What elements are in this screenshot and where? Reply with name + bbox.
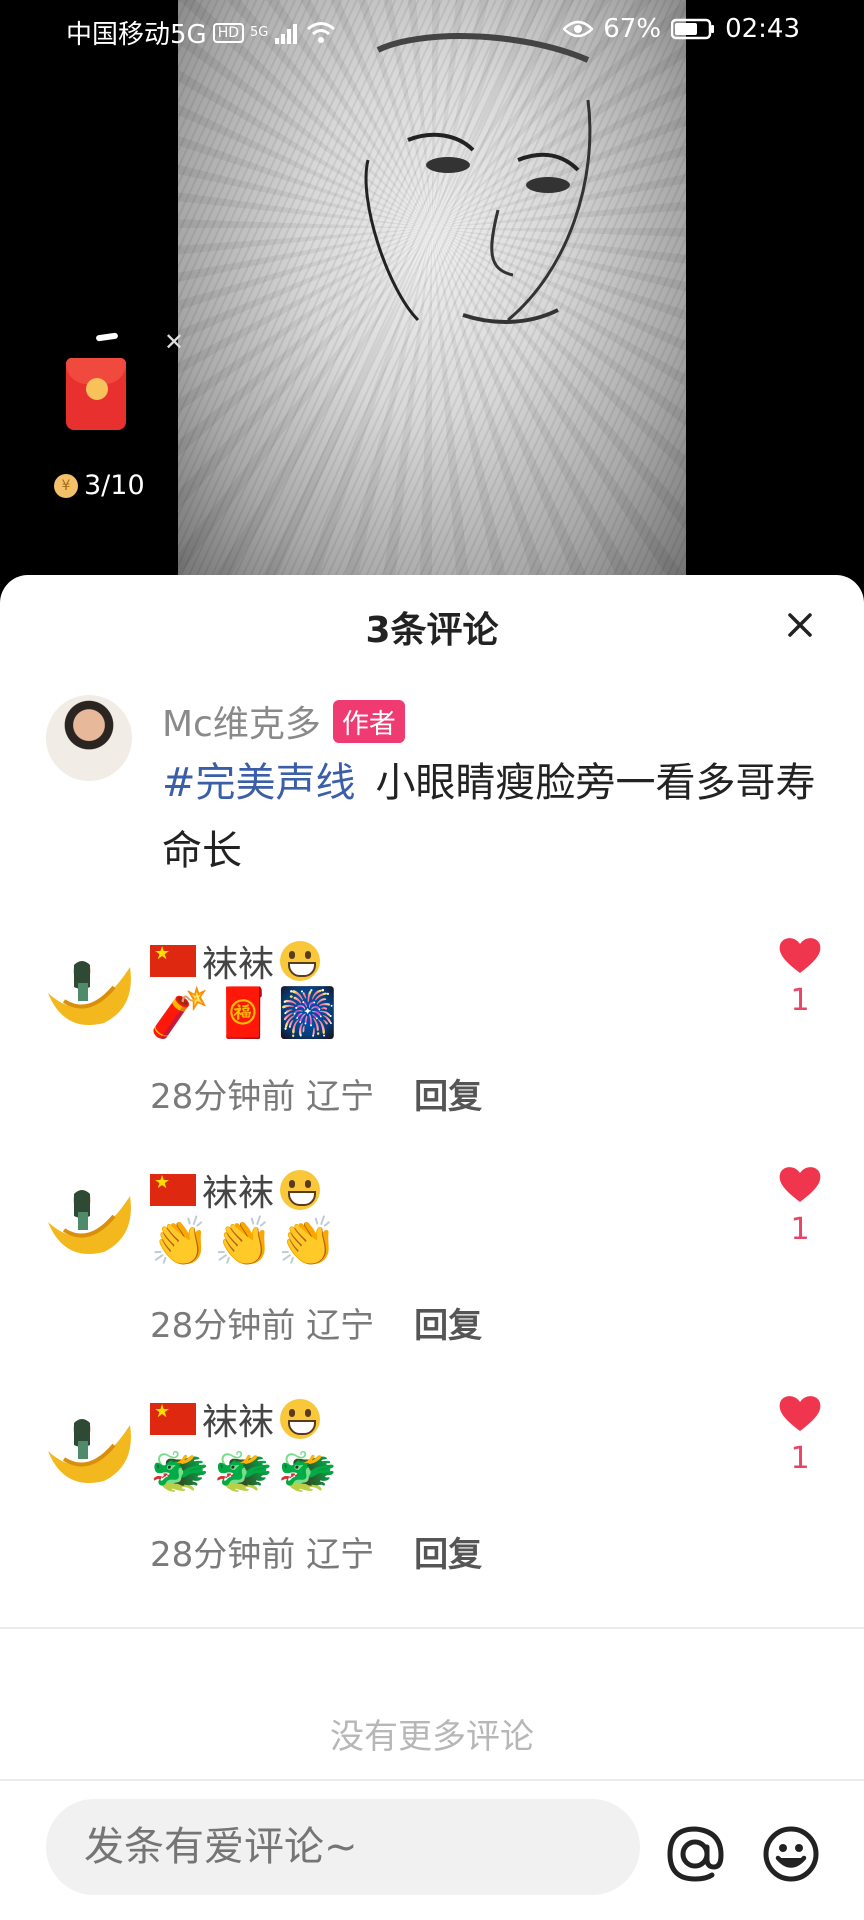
red-packet-seal (86, 378, 108, 400)
avatar[interactable] (44, 947, 134, 1031)
comments-sheet: 3条评论 Mc维克多 作者 #完美声线小眼睛瘦脸旁一看多哥寿命长 袜袜 🧨🧧🎆 (0, 575, 864, 1920)
reply-button[interactable]: 回复 (414, 1069, 482, 1118)
flag-icon (150, 943, 196, 977)
battery-percent: 67% (603, 14, 662, 44)
heart-icon (779, 1167, 821, 1202)
comment-body: 🐲🐲🐲 (150, 1443, 342, 1499)
comment-body: 🧨🧧🎆 (150, 985, 342, 1041)
hd-icon: HD (212, 22, 245, 43)
reward-progress: ¥ 3/10 (54, 470, 145, 501)
eye-icon (563, 20, 594, 38)
hashtag-link[interactable]: #完美声线 (162, 760, 356, 806)
heart-icon (779, 938, 821, 973)
like-button[interactable]: 1 (778, 935, 822, 1018)
comment-input[interactable] (82, 1823, 606, 1871)
comment-location: 辽宁 (306, 1077, 375, 1117)
comment-location: 辽宁 (306, 1306, 375, 1346)
sheet-title: 3条评论 (365, 610, 499, 651)
sketch-portrait (364, 33, 592, 324)
author-name[interactable]: Mc维克多 (162, 695, 321, 747)
like-count: 1 (790, 1441, 810, 1476)
commenter-name[interactable]: 袜袜 (202, 935, 274, 987)
author-caption: #完美声线 小眼睛瘦脸旁一看多哥寿命长 (162, 749, 822, 885)
like-count: 1 (790, 983, 810, 1018)
grin-icon (280, 941, 321, 981)
no-more-comments: 没有更多评论 (330, 1717, 534, 1757)
commenter-name[interactable]: 袜袜 (202, 1164, 274, 1216)
video-area[interactable] (0, 0, 864, 600)
grin-icon (280, 1399, 321, 1439)
avatar[interactable] (46, 695, 132, 781)
avatar[interactable] (44, 1176, 134, 1260)
close-red-packet-icon[interactable]: ✕ (164, 328, 184, 356)
mention-icon[interactable] (666, 1825, 724, 1883)
grin-icon (280, 1170, 321, 1210)
flag-icon (150, 1172, 196, 1206)
clock: 02:43 (725, 14, 800, 44)
red-packet-widget[interactable] (66, 330, 134, 432)
like-count: 1 (790, 1212, 810, 1247)
author-badge: 作者 (332, 699, 405, 743)
red-packet-indicator (95, 332, 119, 342)
comment-time: 28分钟前 (150, 1306, 296, 1346)
divider (0, 1627, 864, 1629)
flag-icon (150, 1401, 196, 1435)
list-item[interactable]: 袜袜 🧨🧧🎆 28分钟前 辽宁 回复 1 (0, 935, 864, 1155)
divider (0, 1779, 864, 1781)
avatar[interactable] (44, 1405, 134, 1489)
list-item[interactable]: 袜袜 👏👏👏 28分钟前 辽宁 回复 1 (0, 1164, 864, 1384)
comment-body: 👏👏👏 (150, 1214, 342, 1270)
status-bar: 中国移动5G HD 5G 67% 02:43 (0, 0, 864, 60)
comment-time: 28分钟前 (150, 1535, 296, 1575)
like-button[interactable]: 1 (778, 1164, 822, 1247)
reward-count: 3/10 (84, 470, 145, 501)
carrier-label: 中国移动5G (66, 20, 207, 50)
like-button[interactable]: 1 (778, 1393, 822, 1476)
list-item[interactable]: 袜袜 🐲🐲🐲 28分钟前 辽宁 回复 1 (0, 1393, 864, 1613)
close-icon[interactable] (780, 605, 820, 645)
emoji-icon[interactable] (762, 1825, 820, 1883)
wifi-icon (307, 21, 336, 43)
reply-button[interactable]: 回复 (414, 1527, 482, 1576)
commenter-name[interactable]: 袜袜 (202, 1393, 274, 1445)
heart-icon (779, 1396, 821, 1431)
comment-input-container[interactable] (46, 1799, 640, 1895)
battery-icon (671, 18, 715, 40)
network-label: 5G (250, 25, 269, 40)
coin-icon: ¥ (54, 473, 78, 498)
signal-icon (275, 23, 298, 44)
comment-location: 辽宁 (306, 1535, 375, 1575)
comment-time: 28分钟前 (150, 1077, 296, 1117)
video-frame (178, 0, 686, 600)
reply-button[interactable]: 回复 (414, 1298, 482, 1347)
